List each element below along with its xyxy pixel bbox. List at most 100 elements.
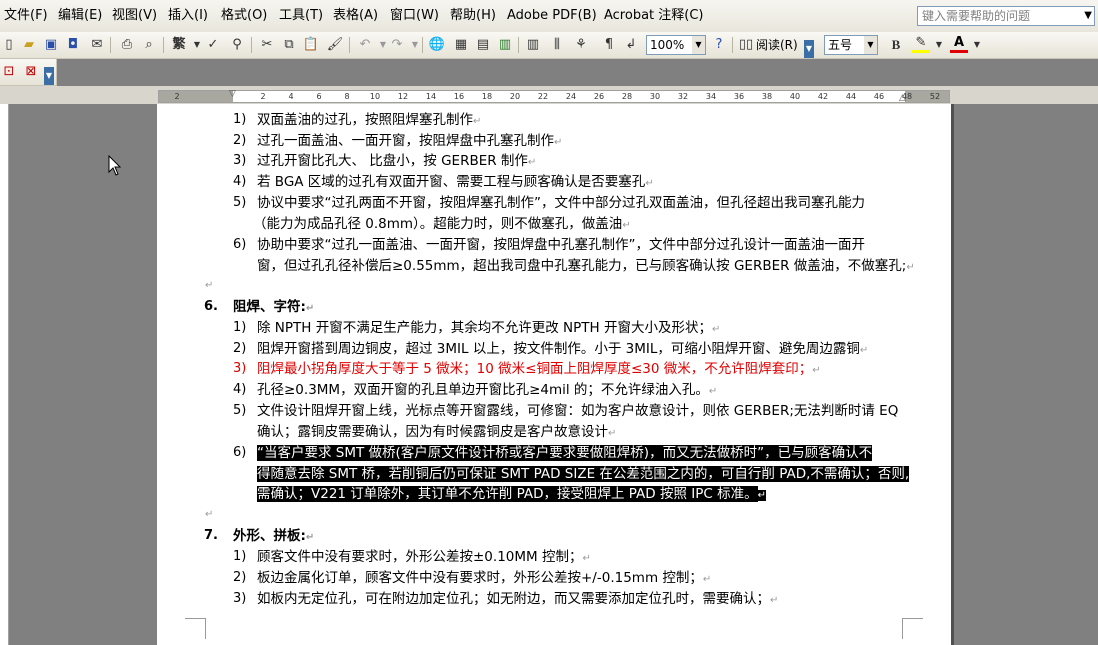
list-number: 4)	[233, 174, 247, 189]
paragraph-mark-icon[interactable]: ↲	[622, 36, 640, 54]
ruler-tick: 30	[649, 92, 661, 101]
ruler-tick: 2	[260, 92, 266, 101]
menu-adobe-pdf[interactable]: Adobe PDF(B)	[507, 8, 597, 24]
menu-file[interactable]: 文件(F)	[4, 8, 48, 24]
paragraph-mark: ↵	[554, 137, 563, 148]
paste-icon[interactable]: 📋	[302, 36, 320, 54]
list-item-text: 窗，但过孔孔径补偿后≥0.55mm，超出我司盘中孔塞孔能力，已与顾客确认按 GE…	[257, 258, 907, 274]
list-item-text: 协助中要求“过孔一面盖油、一面开窗，按阻焊盘中孔塞孔制作”，文件中部分过孔设计一…	[257, 237, 865, 253]
email-icon[interactable]: ✉	[88, 36, 106, 54]
menu-edit[interactable]: 编辑(E)	[58, 8, 102, 24]
list-item-text: 除 NPTH 开窗不满足生产能力，其余均不允许更改 NPTH 开窗大小及形状；	[257, 320, 712, 336]
help-search-input[interactable]: 键入需要帮助的问题 ▼	[917, 6, 1095, 26]
indent-marker-icon[interactable]: ▽	[229, 89, 236, 99]
list-item-text: 过孔开窗比孔大、 比盘小，按 GERBER 制作	[257, 153, 528, 169]
tables-borders-icon[interactable]: ▦	[452, 36, 470, 54]
help-icon[interactable]: ?	[710, 36, 728, 54]
separator	[349, 37, 350, 53]
undo-icon[interactable]: ↶	[356, 36, 374, 54]
document-page[interactable]: 1) 双面盖油的过孔，按照阻焊塞孔制作↵ 2) 过孔一面盖油、一面开窗，按阻焊盘…	[157, 104, 951, 645]
traditional-chinese-icon[interactable]: 繁	[170, 36, 188, 54]
permission-icon[interactable]: ◘	[64, 36, 82, 54]
paragraph-mark: ↵	[645, 178, 654, 189]
chevron-down-icon[interactable]: ▼	[864, 36, 877, 54]
menu-view[interactable]: 视图(V)	[112, 8, 157, 24]
ruler-tick: 12	[397, 92, 409, 101]
format-painter-icon[interactable]: 🖌	[326, 36, 344, 54]
vertical-ruler[interactable]	[0, 104, 9, 645]
menu-help[interactable]: 帮助(H)	[450, 8, 496, 24]
print-icon[interactable]: ⎙	[118, 36, 136, 54]
selected-text[interactable]: 得随意去除 SMT 桥，若削铜后仍可保证 SMT PAD SIZE 在公差范围之…	[257, 466, 910, 482]
zoom-select[interactable]: 100% ▼	[646, 35, 706, 55]
list-item-text: 如板内无定位孔，可在附边加定位孔；如无附边，而又需要添加定位孔时，需要确认；	[257, 591, 770, 607]
show-hide-icon[interactable]: ¶	[600, 36, 618, 54]
open-icon[interactable]: ▰	[20, 36, 38, 54]
selected-text[interactable]: “当客户要求 SMT 做桥(客户原文件设计桥或客户要求要做阻焊桥)，而又无法做桥…	[257, 445, 873, 461]
menu-insert[interactable]: 插入(I)	[168, 8, 208, 24]
highlight-icon[interactable]: ✎	[912, 35, 930, 53]
list-number: 4)	[233, 382, 247, 397]
redo-icon[interactable]: ↷	[388, 36, 406, 54]
research-icon[interactable]: ⚲	[228, 36, 246, 54]
list-item-continued[interactable]: 需确认；V221 订单除外，其订单不允许削 PAD，接受阻焊上 PAD 按照 I…	[257, 484, 767, 506]
paragraph-mark: ↵	[859, 345, 869, 356]
hyperlink-icon[interactable]: 🌐	[428, 36, 446, 54]
ruler-tick: 26	[593, 92, 605, 101]
section-number: 6.	[204, 299, 218, 314]
menu-window[interactable]: 窗口(W)	[390, 8, 439, 24]
pdf-email-icon[interactable]: ⊠	[22, 63, 40, 81]
bold-button[interactable]: B	[887, 36, 905, 54]
list-item-selected[interactable]: “当客户要求 SMT 做桥(客户原文件设计桥或客户要求要做阻焊桥)，而又无法做桥…	[257, 443, 873, 463]
toolbar-options-icon[interactable]: ▼	[804, 40, 814, 58]
help-placeholder: 键入需要帮助的问题	[922, 9, 1031, 23]
insert-table-icon[interactable]: ▤	[474, 36, 492, 54]
new-document-icon[interactable]: ▯	[0, 36, 18, 54]
spelling-icon[interactable]: ✓	[204, 36, 222, 54]
ruler-tick: 22	[537, 92, 549, 101]
toolbar-options-icon[interactable]: ▼	[44, 67, 54, 85]
ruler-tick: 18	[481, 92, 493, 101]
list-number: 3)	[233, 153, 247, 168]
font-color-icon[interactable]: A	[950, 35, 968, 53]
selected-text[interactable]: 需确认；V221 订单除外，其订单不允许削 PAD，接受阻焊上 PAD 按照 I…	[257, 486, 758, 502]
menu-table[interactable]: 表格(A)	[333, 8, 378, 24]
chevron-down-icon[interactable]: ▼	[968, 36, 986, 54]
chevron-down-icon[interactable]: ▼	[1084, 7, 1092, 25]
drawing-icon[interactable]: ⫼	[548, 36, 566, 54]
menu-acrobat-comments[interactable]: Acrobat 注释(C)	[604, 8, 704, 24]
paragraph-mark: ↵	[205, 509, 214, 520]
list-item-text: 板边金属化订单，顾客文件中没有要求时，外形公差按+/-0.15mm 控制；	[257, 570, 703, 586]
document-map-icon[interactable]: ⚘	[572, 36, 590, 54]
page-corner-mark	[185, 618, 206, 639]
menu-tools[interactable]: 工具(T)	[279, 8, 323, 24]
pdf-convert-icon[interactable]: ⊡	[0, 63, 18, 81]
insert-excel-icon[interactable]: ▥	[496, 36, 514, 54]
list-item: 顾客文件中没有要求时，外形公差按±0.10MM 控制；↵	[257, 547, 591, 569]
horizontal-ruler[interactable]: 2 2 4 6 8 10 12 14 16 18 20 22 24 26 28 …	[158, 89, 950, 103]
section-title: 外形、拼板:	[233, 528, 306, 544]
save-icon[interactable]: ▣	[42, 36, 60, 54]
menu-format[interactable]: 格式(O)	[221, 8, 267, 24]
list-item: 过孔一面盖油、一面开窗，按阻焊盘中孔塞孔制作↵	[257, 131, 562, 153]
section-heading: 外形、拼板:↵	[233, 526, 314, 548]
print-preview-icon[interactable]: ⌕	[140, 36, 158, 54]
font-size-select[interactable]: 五号 ▼	[824, 35, 878, 55]
copy-icon[interactable]: ⧉	[280, 36, 298, 54]
paragraph-mark: ↵	[702, 574, 712, 585]
chevron-down-icon[interactable]: ▼	[930, 36, 948, 54]
chevron-down-icon[interactable]: ▼	[692, 36, 705, 54]
separator	[251, 37, 252, 53]
ruler-tick: 16	[453, 92, 465, 101]
read-mode-icon[interactable]: ▯▯	[737, 36, 755, 54]
list-item-continued: 窗，但过孔孔径补偿后≥0.55mm，超出我司盘中孔塞孔能力，已与顾客确认按 GE…	[257, 256, 915, 278]
cut-icon[interactable]: ✂	[258, 36, 276, 54]
list-number: 1)	[233, 112, 247, 127]
read-mode-button[interactable]: 阅读(R)	[756, 38, 798, 52]
right-indent-marker-icon[interactable]: △	[899, 93, 906, 103]
paragraph-mark: ↵	[305, 532, 315, 543]
list-item-continued[interactable]: 得随意去除 SMT 桥，若削铜后仍可保证 SMT PAD SIZE 在公差范围之…	[257, 464, 910, 484]
paragraph-mark: ↵	[770, 595, 779, 606]
columns-icon[interactable]: ▥	[524, 36, 542, 54]
ruler-tick: 10	[369, 92, 381, 101]
